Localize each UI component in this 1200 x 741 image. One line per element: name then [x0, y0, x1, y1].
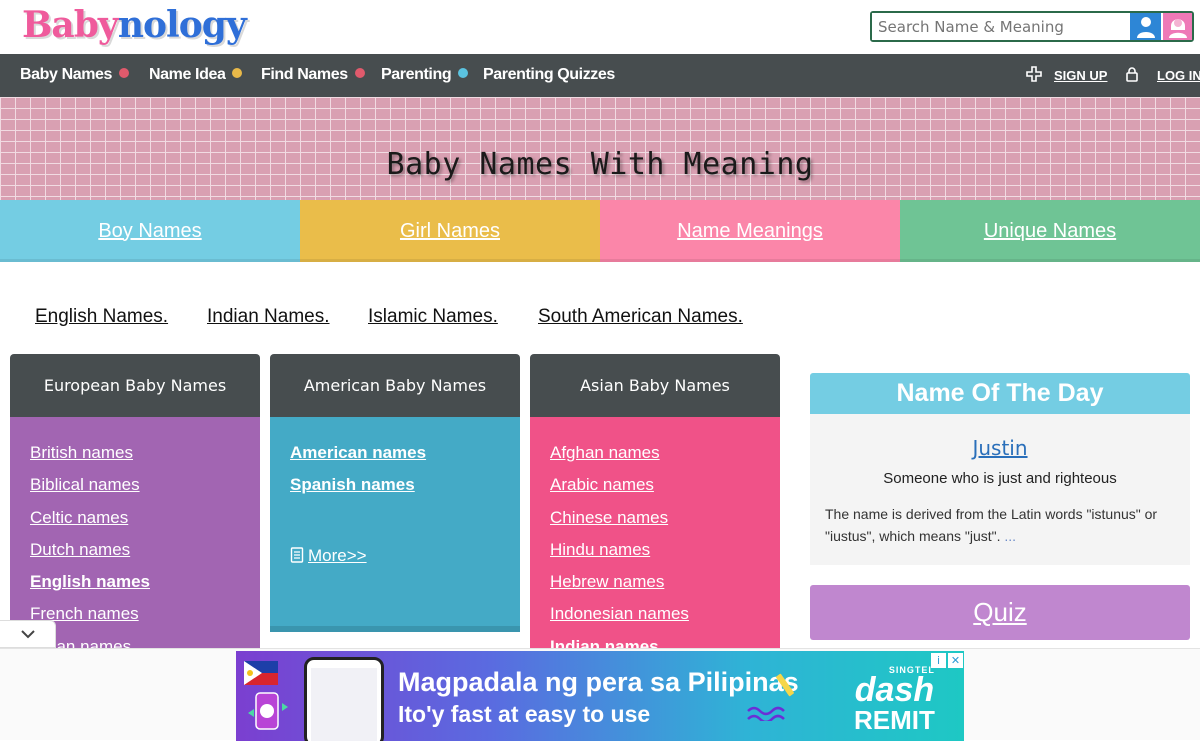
more-link[interactable]: More>>: [290, 546, 500, 578]
link-chinese-names[interactable]: Chinese names: [550, 508, 760, 540]
nav-label: Find Names: [261, 66, 348, 83]
name-meaning: Someone who is just and righteous: [883, 470, 1117, 487]
card-title: Asian Baby Names: [530, 354, 780, 417]
main-nav: Baby Names Name Idea Find Names Parentin…: [0, 54, 1200, 97]
nav-label: Parenting Quizzes: [483, 66, 615, 83]
ad-phone-mockup: [304, 657, 384, 741]
chevron-down-icon: [20, 630, 35, 639]
ad-banner[interactable]: Magpadala ng pera sa Pilipinas Ito'y fas…: [236, 651, 964, 741]
ad-brand: SINGTEL dash REMIT: [854, 665, 935, 735]
ad-headline: Magpadala ng pera sa Pilipinas: [398, 667, 799, 697]
nav-parenting-quizzes[interactable]: Parenting Quizzes: [483, 66, 615, 84]
region-links: English Names. Indian Names. Islamic Nam…: [0, 306, 900, 332]
card-body: Afghan names Arabic names Chinese names …: [530, 417, 780, 648]
card-asian: Asian Baby Names Afghan names Arabic nam…: [530, 354, 780, 648]
hero-banner: Baby Names With Meaning: [0, 97, 1200, 200]
nav-parenting[interactable]: Parenting: [381, 66, 469, 84]
read-more-link[interactable]: ...: [1004, 528, 1016, 544]
ad-bar: Magpadala ng pera sa Pilipinas Ito'y fas…: [0, 648, 1200, 741]
dot-icon: [232, 68, 243, 78]
search-girl-button[interactable]: [1161, 13, 1192, 40]
nav-label: Baby Names: [20, 66, 113, 83]
logo-part-baby: Baby: [22, 4, 119, 46]
link-celtic-names[interactable]: Celtic names: [30, 508, 240, 540]
region-indian-names[interactable]: Indian Names.: [207, 306, 330, 328]
link-arabic-names[interactable]: Arabic names: [550, 475, 760, 507]
search-input[interactable]: [872, 13, 1130, 40]
girl-silhouette-icon: [1168, 18, 1187, 38]
name-of-the-day-link[interactable]: Justin: [810, 436, 1190, 460]
link-afghan-names[interactable]: Afghan names: [550, 443, 760, 475]
ad-brand-name: dash: [854, 671, 935, 709]
nav-label: Parenting: [381, 66, 452, 83]
search-box: [870, 11, 1194, 42]
link-spanish-names[interactable]: Spanish names: [290, 475, 500, 507]
site-logo[interactable]: Babynology: [22, 4, 247, 46]
link-biblical-names[interactable]: Biblical names: [30, 475, 240, 507]
link-dutch-names[interactable]: Dutch names: [30, 540, 240, 572]
name-description-text: The name is derived from the Latin words…: [825, 506, 1158, 544]
ad-phone-screen: [311, 668, 377, 741]
link-english-names[interactable]: English names: [30, 572, 240, 604]
boy-silhouette-icon: [1136, 16, 1155, 38]
name-description: The name is derived from the Latin words…: [825, 503, 1185, 547]
card-title: European Baby Names: [10, 354, 260, 417]
dot-icon: [354, 68, 365, 78]
signup-plus-icon: [1026, 66, 1042, 82]
nav-label: Name Idea: [149, 66, 226, 83]
name-of-the-day-panel: Justin Someone who is just and righteous…: [810, 414, 1190, 565]
card-body: American names Spanish names More>>: [270, 417, 520, 632]
name-of-the-day-heading: Name Of The Day: [810, 373, 1190, 414]
category-tabs: Boy Names Girl Names Name Meanings Uniqu…: [0, 200, 1200, 262]
link-british-names[interactable]: British names: [30, 443, 240, 475]
ad-close-icon[interactable]: ✕: [948, 653, 963, 668]
link-indian-names[interactable]: Indian names: [550, 637, 760, 648]
nav-baby-names[interactable]: Baby Names: [20, 66, 130, 84]
card-european: European Baby Names British names Biblic…: [10, 354, 260, 648]
link-hindu-names[interactable]: Hindu names: [550, 540, 760, 572]
login-link[interactable]: LOG IN: [1157, 68, 1200, 83]
tab-boy-names[interactable]: Boy Names: [0, 200, 300, 262]
link-french-names[interactable]: French names: [30, 604, 240, 636]
signup-link[interactable]: SIGN UP: [1054, 68, 1107, 83]
card-american: American Baby Names American names Spani…: [270, 354, 520, 632]
link-indonesian-names[interactable]: Indonesian names: [550, 604, 760, 636]
money-phone-icon: [248, 692, 288, 730]
hero-title: Baby Names With Meaning: [386, 147, 814, 182]
lock-icon: [1126, 67, 1138, 82]
dot-icon: [458, 68, 469, 78]
logo-part-nology: nology: [117, 4, 247, 46]
ad-subheadline: Ito'y fast at easy to use: [398, 701, 651, 727]
link-american-names[interactable]: American names: [290, 443, 500, 475]
region-english-names[interactable]: English Names.: [35, 306, 168, 328]
nav-find-names[interactable]: Find Names: [261, 66, 365, 84]
philippines-flag-icon: [244, 661, 278, 685]
more-label: More>>: [308, 545, 367, 565]
dot-icon: [119, 68, 130, 78]
ad-decoration-icon: [747, 673, 794, 721]
tab-name-meanings[interactable]: Name Meanings: [600, 200, 900, 262]
ad-info-icon[interactable]: i: [931, 653, 946, 668]
region-islamic-names[interactable]: Islamic Names.: [368, 306, 498, 328]
top-bar: Babynology: [0, 0, 1200, 54]
tab-unique-names[interactable]: Unique Names: [900, 200, 1200, 262]
search-boy-button[interactable]: [1130, 13, 1161, 40]
quiz-button[interactable]: Quiz: [810, 585, 1190, 640]
document-icon: [290, 546, 304, 563]
tab-girl-names[interactable]: Girl Names: [300, 200, 600, 262]
card-body: British names Biblical names Celtic name…: [10, 417, 260, 648]
nav-name-idea[interactable]: Name Idea: [149, 66, 243, 84]
region-south-american-names[interactable]: South American Names.: [538, 306, 743, 328]
link-italian-names[interactable]: Italian names: [30, 637, 240, 648]
ad-collapse-button[interactable]: [0, 620, 56, 648]
link-hebrew-names[interactable]: Hebrew names: [550, 572, 760, 604]
ad-brand-sub: REMIT: [854, 705, 935, 735]
card-title: American Baby Names: [270, 354, 520, 417]
